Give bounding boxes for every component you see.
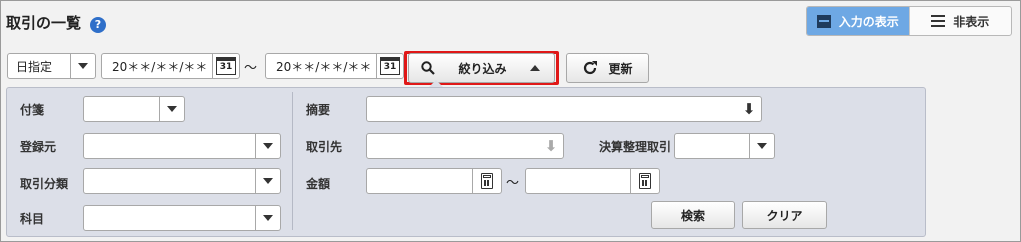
show-input-toggle[interactable]: 入力の表示: [807, 7, 909, 35]
amount-to-calculator-button[interactable]: [630, 169, 659, 193]
account-select[interactable]: [83, 205, 281, 231]
filter-toggle-label: 絞り込み: [458, 61, 507, 76]
settlement-select[interactable]: [674, 133, 775, 159]
amount-label: 金額: [306, 177, 331, 191]
arrow-down-icon: ⬇: [742, 99, 756, 118]
chevron-down-icon: [263, 215, 273, 221]
amount-to-field[interactable]: [525, 168, 660, 194]
refresh-label: 更新: [608, 61, 633, 76]
arrow-down-icon: ⬇: [544, 136, 558, 155]
input-layout-icon: [816, 14, 831, 28]
source-select[interactable]: [83, 133, 281, 159]
account-label: 科目: [20, 212, 45, 226]
settlement-dropdown-button[interactable]: [749, 134, 774, 158]
tag-label: 付箋: [20, 103, 45, 117]
chevron-down-icon: [757, 143, 767, 149]
account-dropdown-button[interactable]: [255, 206, 280, 230]
filter-toggle-button[interactable]: 絞り込み: [408, 53, 555, 83]
date-from-field[interactable]: 20＊＊/＊＊/＊＊ 31: [101, 53, 240, 79]
help-icon[interactable]: ?: [90, 17, 106, 33]
calculator-icon: [639, 173, 651, 189]
hide-toggle[interactable]: 非表示: [908, 7, 1012, 35]
date-to-value: 20＊＊/＊＊/＊＊: [276, 59, 372, 74]
search-button[interactable]: 検索: [651, 201, 735, 229]
chevron-down-icon: [167, 106, 177, 112]
category-select[interactable]: [83, 168, 281, 194]
source-dropdown-button[interactable]: [255, 134, 280, 158]
settlement-label: 決算整理取引: [599, 140, 672, 154]
tag-select[interactable]: [83, 96, 185, 122]
summary-label: 摘要: [306, 103, 331, 117]
partner-label: 取引先: [306, 140, 343, 154]
date-from-value: 20＊＊/＊＊/＊＊: [112, 59, 208, 74]
summary-dropdown-button[interactable]: ⬇: [737, 97, 761, 121]
panel-divider: [292, 92, 293, 230]
chevron-down-icon: [263, 178, 273, 184]
show-input-label: 入力の表示: [838, 14, 899, 29]
date-mode-dropdown-button[interactable]: [70, 54, 95, 78]
date-mode-select[interactable]: 日指定: [7, 53, 96, 79]
partner-dropdown-button[interactable]: ⬇: [539, 134, 563, 158]
amount-from-calculator-button[interactable]: [472, 169, 501, 193]
search-icon: [421, 61, 435, 75]
calendar-icon: 31: [216, 57, 236, 75]
category-label: 取引分類: [20, 177, 69, 191]
chevron-down-icon: [78, 63, 88, 69]
category-dropdown-button[interactable]: [255, 169, 280, 193]
date-range-separator: 〜: [244, 61, 258, 76]
tag-dropdown-button[interactable]: [159, 97, 184, 121]
amount-range-separator: 〜: [506, 176, 520, 191]
refresh-button[interactable]: 更新: [566, 53, 649, 83]
refresh-icon: [584, 61, 598, 75]
date-to-field[interactable]: 20＊＊/＊＊/＊＊ 31: [265, 53, 404, 79]
clear-button[interactable]: クリア: [742, 201, 827, 229]
calculator-icon: [481, 173, 493, 189]
date-to-calendar-button[interactable]: 31: [376, 54, 403, 78]
summary-field[interactable]: ⬇: [366, 96, 762, 122]
amount-from-field[interactable]: [366, 168, 502, 194]
date-from-calendar-button[interactable]: 31: [212, 54, 239, 78]
list-icon: [931, 15, 946, 27]
hide-label: 非表示: [953, 14, 990, 29]
chevron-up-icon: [529, 65, 540, 71]
page-title: 取引の一覧: [6, 14, 82, 32]
date-mode-value: 日指定: [16, 59, 53, 74]
calendar-icon: 31: [380, 57, 400, 75]
source-label: 登録元: [20, 140, 57, 154]
view-toggle: 入力の表示 非表示: [806, 6, 1012, 36]
partner-field[interactable]: ⬇: [366, 133, 564, 159]
chevron-down-icon: [263, 143, 273, 149]
